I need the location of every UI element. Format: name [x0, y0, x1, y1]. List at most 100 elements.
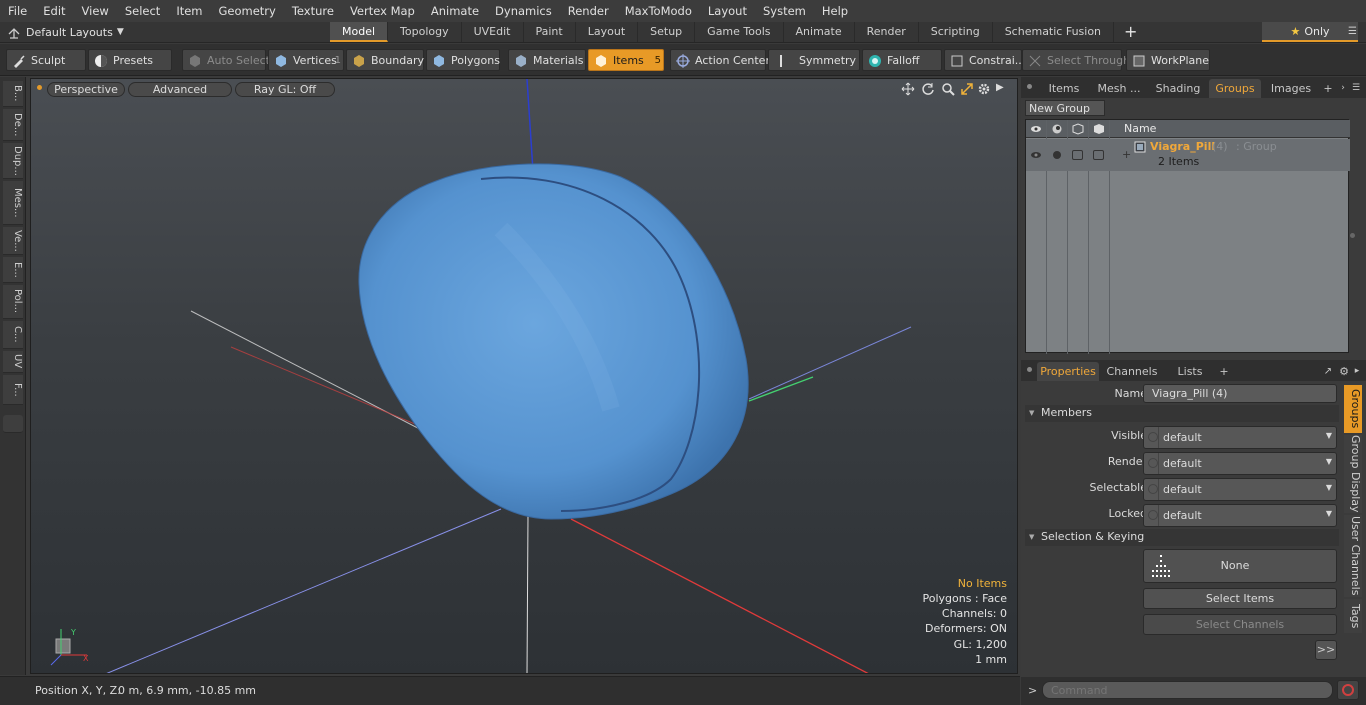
polygons-button[interactable]: Polygons	[426, 49, 500, 71]
side-tab-tags[interactable]: Tags	[1344, 599, 1362, 633]
advanced-button[interactable]: Advanced	[128, 82, 232, 97]
auto-select-button[interactable]: Auto Select	[182, 49, 270, 71]
row-select-checkbox[interactable]	[1072, 150, 1083, 160]
side-tab-user-channels[interactable]: User Channels	[1344, 515, 1362, 597]
group-row[interactable]: + Viagra_Pill (4) : Group 2 Items	[1026, 139, 1350, 171]
tab-setup[interactable]: Setup	[638, 22, 696, 42]
tab-images[interactable]: Images	[1265, 79, 1317, 98]
add-panel-tab-button[interactable]: +	[1217, 362, 1231, 381]
maximize-icon[interactable]	[960, 82, 974, 96]
left-tab-deform[interactable]: De...	[3, 109, 23, 141]
expand-icon[interactable]: +	[1122, 148, 1131, 161]
record-button[interactable]	[1337, 680, 1359, 700]
tab-scripting[interactable]: Scripting	[919, 22, 993, 42]
row-eye-icon[interactable]	[1030, 149, 1042, 161]
gear-icon[interactable]: ⚙	[1337, 362, 1351, 381]
menu-animate[interactable]: Animate	[423, 0, 487, 22]
menu-dynamics[interactable]: Dynamics	[487, 0, 560, 22]
menu-select[interactable]: Select	[117, 0, 168, 22]
tab-schematic-fusion[interactable]: Schematic Fusion	[993, 22, 1115, 42]
tab-paint[interactable]: Paint	[524, 22, 576, 42]
select-channels-button[interactable]: Select Channels	[1143, 614, 1337, 635]
locked-dropdown[interactable]: default ▼	[1143, 504, 1337, 527]
row-lock-checkbox[interactable]	[1093, 150, 1104, 160]
falloff-button[interactable]: Falloff	[862, 49, 942, 71]
left-tab-vertex[interactable]: Ve...	[3, 227, 23, 255]
menu-help[interactable]: Help	[814, 0, 856, 22]
menu-edit[interactable]: Edit	[35, 0, 73, 22]
new-group-button[interactable]: New Group	[1025, 100, 1105, 116]
tab-layout[interactable]: Layout	[576, 22, 639, 42]
menu-item[interactable]: Item	[168, 0, 210, 22]
none-button[interactable]: None	[1143, 549, 1337, 583]
left-tab-mesh[interactable]: Mes...	[3, 181, 23, 225]
add-panel-tab-button[interactable]: +	[1321, 79, 1335, 98]
left-tab-polygon[interactable]: Pol...	[3, 285, 23, 319]
scroll-handle[interactable]	[1350, 233, 1355, 238]
render-icon[interactable]	[1051, 123, 1063, 135]
visible-dropdown[interactable]: default ▼	[1143, 426, 1337, 449]
tab-mesh[interactable]: Mesh ...	[1091, 79, 1147, 98]
selectable-dropdown[interactable]: default ▼	[1143, 478, 1337, 501]
perspective-button[interactable]: Perspective	[47, 82, 125, 97]
select-through-button[interactable]: Select Through	[1022, 49, 1130, 71]
tab-uvedit[interactable]: UVEdit	[462, 22, 524, 42]
left-tab-extra[interactable]	[3, 415, 23, 433]
left-tab-curve[interactable]: C...	[3, 321, 23, 349]
tab-model[interactable]: Model	[330, 22, 389, 42]
select-items-button[interactable]: Select Items	[1143, 588, 1337, 609]
panel-dot-icon[interactable]	[1027, 367, 1032, 372]
gear-icon[interactable]	[977, 82, 991, 96]
render-dropdown[interactable]: default ▼	[1143, 452, 1337, 475]
menu-view[interactable]: View	[74, 0, 117, 22]
row-render-icon[interactable]	[1051, 149, 1063, 161]
tab-properties[interactable]: Properties	[1037, 362, 1099, 381]
tab-topology[interactable]: Topology	[388, 22, 462, 42]
raygl-button[interactable]: Ray GL: Off	[235, 82, 335, 97]
menu-file[interactable]: File	[0, 0, 35, 22]
sculpt-button[interactable]: Sculpt	[6, 49, 86, 71]
more-button[interactable]: >>	[1315, 640, 1337, 660]
viewport-dot-icon[interactable]	[37, 85, 42, 90]
menu-layout[interactable]: Layout	[700, 0, 755, 22]
menu-texture[interactable]: Texture	[284, 0, 342, 22]
chevron-right-icon[interactable]: ›	[1337, 79, 1349, 98]
symmetry-button[interactable]: Symmetry	[768, 49, 860, 71]
menu-vertex-map[interactable]: Vertex Map	[342, 0, 423, 22]
menu-system[interactable]: System	[755, 0, 814, 22]
vertices-button[interactable]: Vertices 1	[268, 49, 344, 71]
tab-lists[interactable]: Lists	[1167, 362, 1213, 381]
pan-icon[interactable]	[901, 82, 915, 96]
add-tab-button[interactable]: +	[1114, 22, 1147, 43]
action-center-button[interactable]: Action Center	[670, 49, 770, 71]
items-button[interactable]: Items 5	[588, 49, 664, 71]
panel-dot-icon[interactable]	[1027, 84, 1032, 89]
menu-maxtomodo[interactable]: MaxToModo	[617, 0, 700, 22]
selection-keying-section[interactable]: Selection & Keying	[1025, 529, 1339, 546]
zoom-icon[interactable]	[941, 82, 955, 96]
tab-groups[interactable]: Groups	[1209, 79, 1261, 98]
left-tab-uv[interactable]: UV	[3, 351, 23, 373]
side-tab-groups[interactable]: Groups	[1344, 385, 1362, 433]
members-section[interactable]: Members	[1025, 405, 1339, 422]
eye-icon[interactable]	[1030, 123, 1042, 135]
chevron-right-icon[interactable]: ▸	[1351, 362, 1363, 381]
maximize-icon[interactable]: ↗	[1321, 362, 1335, 381]
lock-cube-icon[interactable]	[1093, 123, 1105, 135]
select-cube-icon[interactable]	[1072, 123, 1084, 135]
tab-items[interactable]: Items	[1041, 79, 1087, 98]
menu-geometry[interactable]: Geometry	[211, 0, 284, 22]
tab-shading[interactable]: Shading	[1151, 79, 1205, 98]
tab-game-tools[interactable]: Game Tools	[695, 22, 784, 42]
name-field[interactable]: Viagra_Pill (4)	[1143, 384, 1337, 403]
left-tab-duplicate[interactable]: Dup...	[3, 143, 23, 179]
command-input[interactable]	[1042, 681, 1333, 699]
materials-button[interactable]: Materials	[508, 49, 586, 71]
presets-button[interactable]: Presets	[88, 49, 172, 71]
left-tab-fusion[interactable]: F...	[3, 375, 23, 405]
only-toggle[interactable]: ★ Only	[1262, 22, 1358, 42]
menu-render[interactable]: Render	[560, 0, 617, 22]
constraints-button[interactable]: Constrai...	[944, 49, 1025, 71]
menu-more-icon[interactable]: ☰	[1348, 26, 1357, 37]
left-tab-edge[interactable]: E...	[3, 257, 23, 283]
